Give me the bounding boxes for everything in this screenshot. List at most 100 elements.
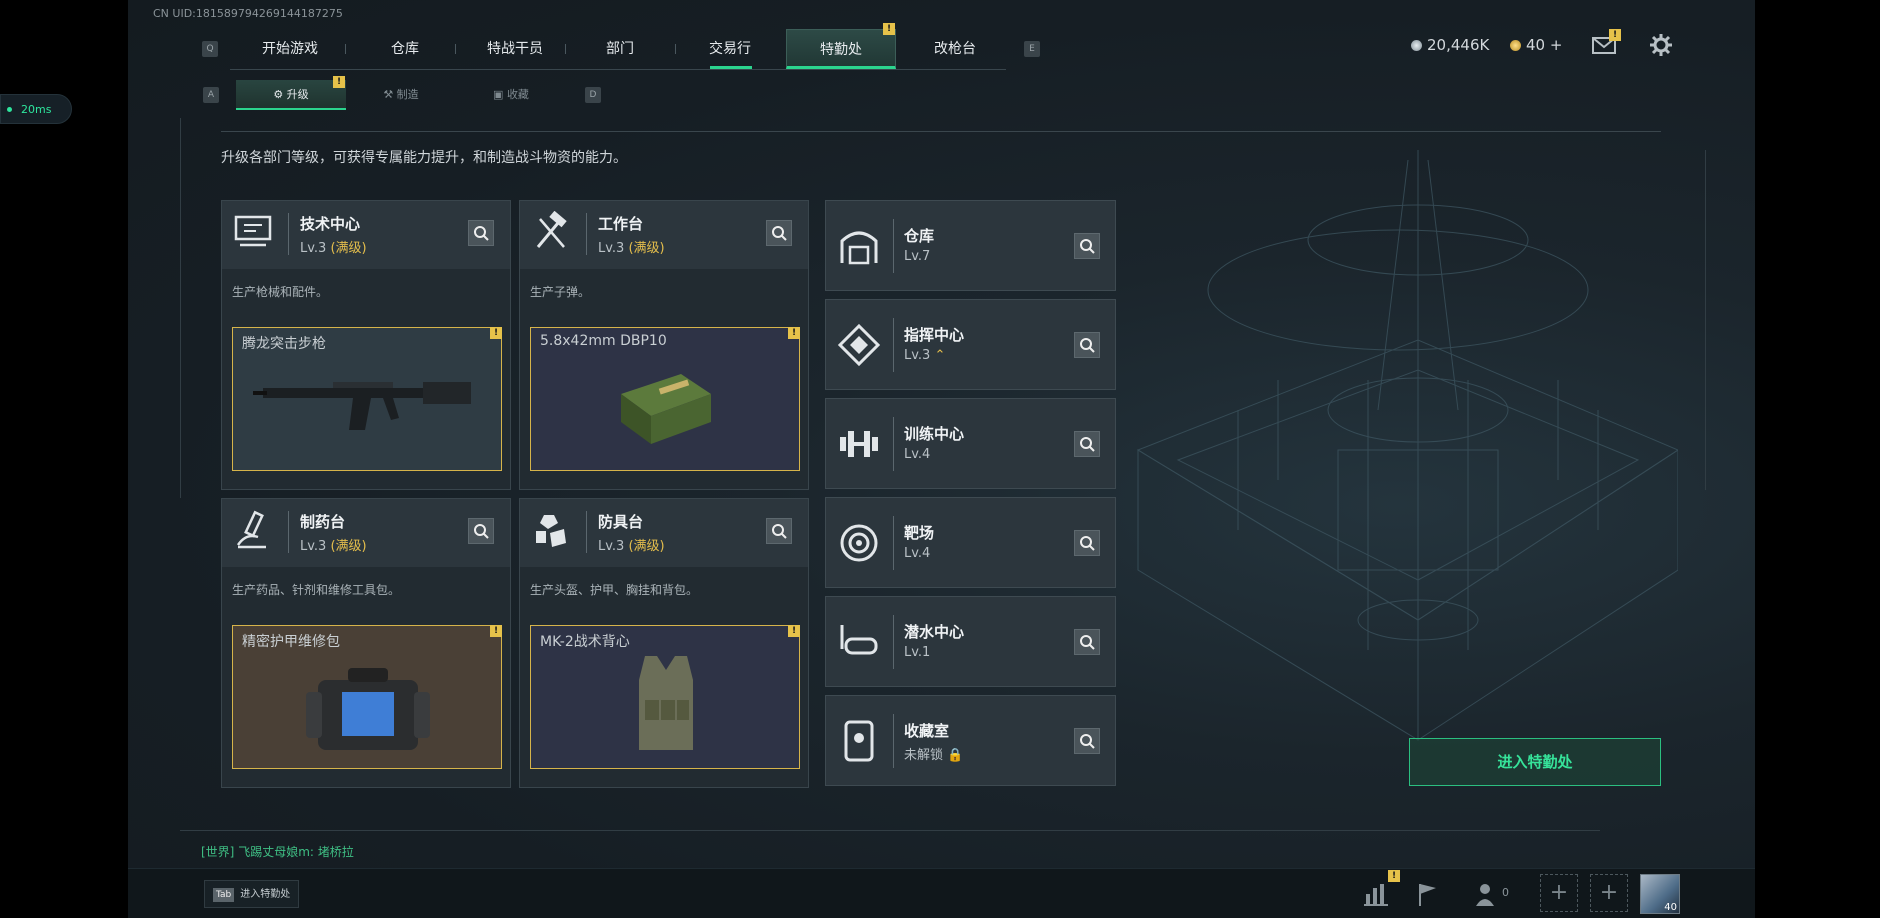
tab-separator — [455, 44, 456, 54]
card-title: 制药台 — [300, 513, 346, 531]
tab-gunsmith[interactable]: 改枪台 — [900, 29, 1010, 69]
subtab-upgrade[interactable]: ⚙ 升级 — [236, 80, 346, 110]
card-title: 靶场 — [904, 524, 935, 542]
team-slot-add-button[interactable]: + — [1590, 874, 1628, 912]
settings-gear-icon[interactable] — [1650, 34, 1672, 56]
search-icon — [1080, 635, 1095, 650]
subtab-craft[interactable]: ⚒ 制造 — [346, 80, 456, 110]
header-separator — [893, 615, 894, 669]
friends-icon — [1476, 884, 1494, 906]
enter-special-ops-button[interactable]: 进入特勤处 — [1409, 738, 1661, 786]
flag-icon[interactable] — [1410, 880, 1444, 908]
item-badge: ! — [788, 625, 800, 637]
training-center-icon — [840, 431, 878, 457]
gold-currency[interactable]: 40 + — [1510, 36, 1562, 54]
inspect-button[interactable] — [766, 220, 792, 246]
silver-currency[interactable]: 20,446K — [1411, 36, 1489, 54]
player-avatar[interactable]: 40 — [1640, 874, 1680, 914]
card-pharmacy[interactable]: 制药台 Lv.3 (满级) 生产药品、针剂和维修工具包。 精密护甲维修包 ! — [221, 498, 511, 788]
tab-operators[interactable]: 特战干员 — [460, 29, 570, 69]
nav-left-key[interactable]: Q — [202, 41, 218, 57]
max-level-note: (满级) — [628, 241, 665, 256]
nav-right-key[interactable]: E — [1024, 41, 1040, 57]
card-workbench[interactable]: 工作台 Lv.3 (满级) 生产子弹。 5.8x42mm DBP10 ! — [519, 200, 809, 490]
header-separator — [893, 417, 894, 471]
subnav-right-key[interactable]: D — [585, 87, 601, 103]
inspect-button[interactable] — [468, 220, 494, 246]
tab-separator — [345, 44, 346, 54]
header-separator — [893, 219, 894, 273]
inspect-button[interactable] — [1074, 530, 1100, 556]
silver-coin-icon — [1411, 40, 1422, 51]
special-ops-badge: ! — [883, 23, 895, 35]
subtab-upgrade-label: 升级 — [286, 88, 309, 101]
team-slot-add-button[interactable]: + — [1540, 874, 1578, 912]
inspect-button[interactable] — [1074, 233, 1100, 259]
subnav-left-key[interactable]: A — [203, 87, 219, 103]
level-value: Lv.3 — [300, 241, 327, 256]
shooting-range-icon — [840, 524, 878, 562]
search-icon — [1080, 437, 1095, 452]
card-title: 训练中心 — [904, 425, 965, 443]
card-description: 生产头盔、护甲、胸挂和背包。 — [530, 583, 699, 597]
header-separator — [893, 714, 894, 768]
card-tech-center[interactable]: 技术中心 Lv.3 (满级) 生产枪械和配件。 腾龙突击步枪 ! — [221, 200, 511, 490]
crafting-item[interactable]: 精密护甲维修包 ! — [232, 625, 502, 769]
pharmacy-icon — [236, 510, 266, 549]
inspect-button[interactable] — [1074, 629, 1100, 655]
world-chat-line[interactable]: [世界] 飞踢丈母娘m: 堵桥拉 — [201, 843, 354, 860]
tab-department[interactable]: 部门 — [570, 29, 670, 69]
search-icon — [474, 524, 489, 539]
tab-special-ops[interactable]: 特勤处 — [786, 29, 896, 69]
header-divider — [221, 131, 1661, 132]
chat-channel: [世界] — [201, 845, 235, 859]
stats-icon[interactable] — [1360, 880, 1394, 908]
search-icon — [474, 226, 489, 241]
inspect-button[interactable] — [1074, 332, 1100, 358]
card-title: 技术中心 — [300, 215, 361, 233]
chat-message: 堵桥拉 — [317, 845, 354, 859]
craft-icon: ⚒ — [383, 88, 397, 101]
gold-amount: 40 + — [1526, 36, 1563, 54]
inspect-button[interactable] — [468, 518, 494, 544]
search-icon — [1080, 338, 1095, 353]
card-command-center[interactable]: 指挥中心 Lv.3 ⌃ — [825, 299, 1116, 390]
tab-warehouse[interactable]: 仓库 — [350, 29, 460, 69]
item-name: 腾龙突击步枪 — [242, 336, 326, 352]
card-collection-room[interactable]: 收藏室 未解锁 🔒 — [825, 695, 1116, 786]
crafting-item[interactable]: MK-2战术背心 ! — [530, 625, 800, 769]
tab-market[interactable]: 交易行 — [680, 29, 780, 69]
friends-button[interactable]: 0 — [1474, 880, 1514, 908]
chat-user: 飞踢丈母娘m: — [238, 845, 314, 859]
level-value: Lv.3 — [904, 348, 931, 363]
lock-status: 未解锁 — [904, 748, 944, 763]
inspect-button[interactable] — [1074, 431, 1100, 457]
main-nav: 开始游戏 仓库 特战干员 部门 交易行 特勤处 改枪台 — [230, 29, 1006, 70]
frame-line — [180, 118, 181, 498]
card-training-center[interactable]: 训练中心 Lv.4 — [825, 398, 1116, 489]
item-name: 5.8x42mm DBP10 — [540, 333, 667, 349]
card-level: Lv.1 — [904, 645, 931, 660]
crafting-item[interactable]: 5.8x42mm DBP10 ! — [530, 327, 800, 471]
tab-hint[interactable]: Tab 进入特勤处 — [204, 880, 300, 908]
max-level-note: (满级) — [330, 241, 367, 256]
subtab-collect[interactable]: ▣ 收藏 — [456, 80, 566, 110]
mail-badge: ! — [1609, 29, 1621, 41]
crafting-item[interactable]: 腾龙突击步枪 ! — [232, 327, 502, 471]
inspect-button[interactable] — [766, 518, 792, 544]
card-armor-bench[interactable]: 防具台 Lv.3 (满级) 生产头盔、护甲、胸挂和背包。 MK-2战术背心 ! — [519, 498, 809, 788]
tab-start-game[interactable]: 开始游戏 — [230, 29, 350, 69]
card-diving-center[interactable]: 潜水中心 Lv.1 — [825, 596, 1116, 687]
wifi-icon — [7, 107, 12, 112]
tab-hint-label: 进入特勤处 — [240, 889, 291, 900]
card-shooting-range[interactable]: 靶场 Lv.4 — [825, 497, 1116, 588]
card-level: Lv.3 (满级) — [300, 535, 367, 554]
header-separator — [893, 516, 894, 570]
card-storage[interactable]: 仓库 Lv.7 — [825, 200, 1116, 291]
level-value: Lv.3 — [598, 241, 625, 256]
command-center-icon — [837, 323, 881, 367]
search-icon — [1080, 734, 1095, 749]
inspect-button[interactable] — [1074, 728, 1100, 754]
header-separator — [586, 213, 587, 255]
item-badge: ! — [490, 327, 502, 339]
